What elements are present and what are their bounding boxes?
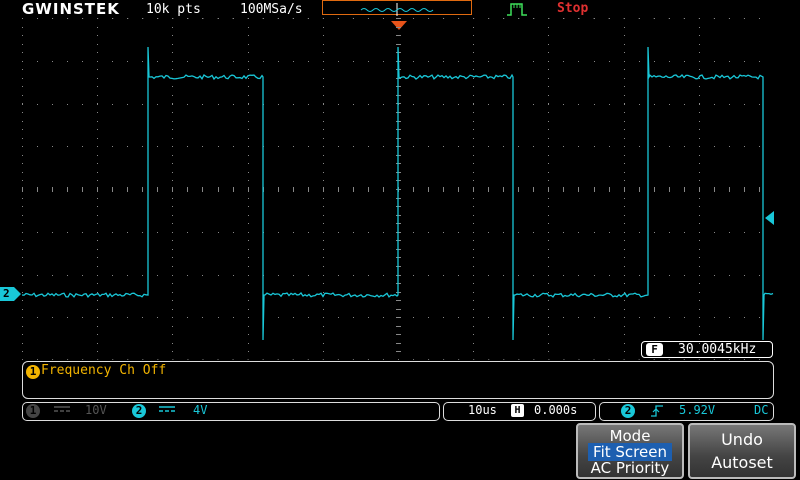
horizontal-position: 0.000s [534,403,578,417]
undo-label: Undo [721,430,763,449]
ch2-scale: 4V [193,403,208,417]
horizontal-position-icon: H [511,404,524,417]
trigger-coupling: DC [754,403,769,417]
info-icon: 1 [26,365,40,379]
ch1-scale: 10V [85,403,107,417]
trigger-source-badge: 2 [621,404,635,418]
timebase-scale: 10us [468,403,497,417]
frequency-icon: F [646,343,663,356]
trigger-level: 5.92V [679,403,716,417]
dc-coupling-icon [157,403,177,418]
record-length: 10k pts [146,2,201,17]
waveform-display[interactable] [21,18,775,364]
overview-wave-icon [360,3,434,16]
message-text: Frequency Ch Off [41,363,167,378]
ch1-badge: 1 [26,404,40,418]
trigger-level-marker-icon[interactable] [765,210,775,229]
ch2-badge: 2 [132,404,146,418]
rising-edge-icon [650,403,664,422]
autoset-label: Autoset [711,453,773,472]
brand-logo: GWINSTEK [22,0,120,18]
frequency-value: 30.0045kHz [678,342,757,357]
ch2-waveform-trace [21,46,774,341]
memory-overview-bar [322,0,472,16]
mode-option-ac-priority: AC Priority [590,459,670,477]
run-status: Stop [557,1,589,16]
dc-coupling-icon [52,403,72,418]
ch2-marker-label: 2 [3,287,10,300]
sample-rate: 100MSa/s [240,2,303,17]
